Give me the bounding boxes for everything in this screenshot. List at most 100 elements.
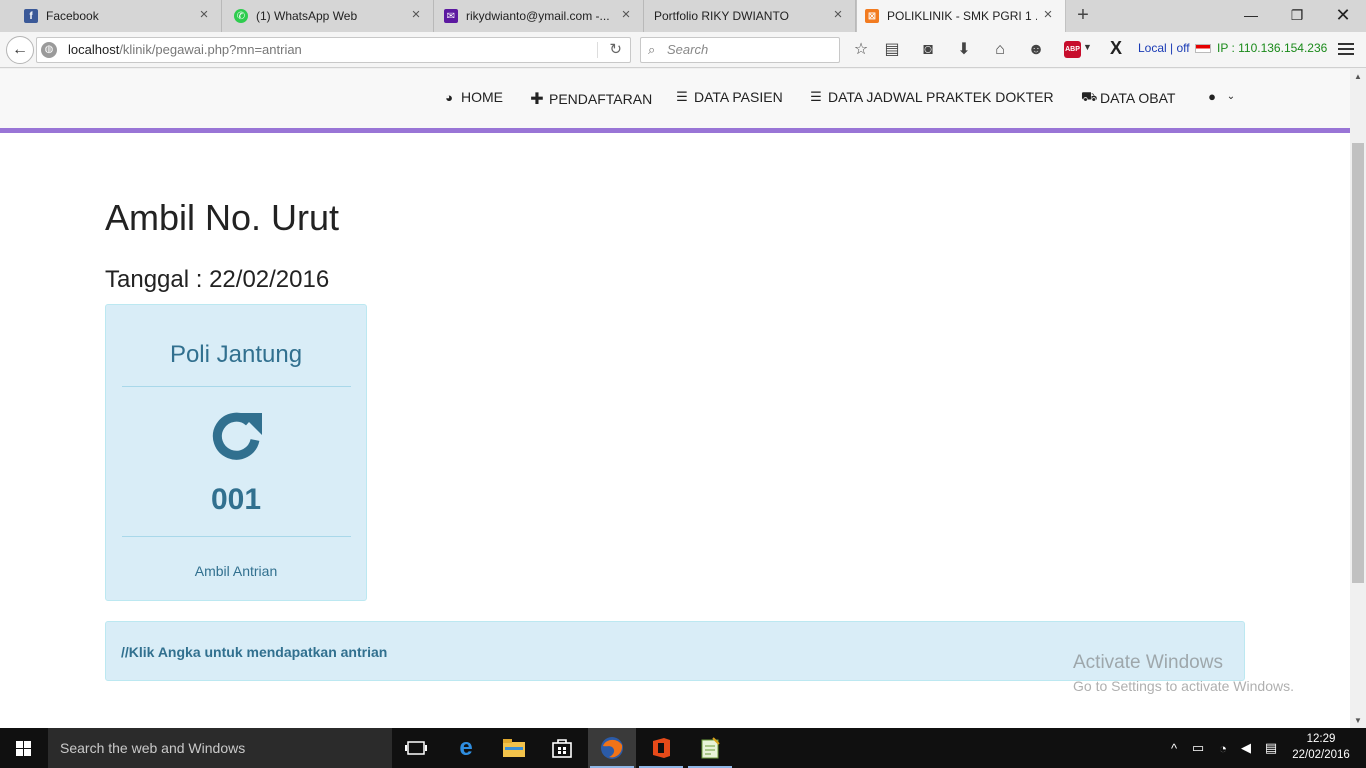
nav-home[interactable]: ◕ HOME — [442, 89, 503, 105]
search-icon: ⌕ — [648, 42, 656, 57]
xampp-icon: ⊠ — [865, 9, 879, 23]
scrollbar-thumb[interactable] — [1352, 143, 1364, 583]
reload-icon[interactable]: ↻ — [609, 38, 622, 62]
store-icon — [552, 739, 572, 758]
chevron-down-icon[interactable]: ▼ — [1083, 42, 1092, 52]
show-hidden-icons[interactable]: ^ — [1166, 728, 1182, 768]
office-app[interactable] — [637, 728, 685, 768]
page-scrollbar[interactable]: ▲ ▼ — [1350, 69, 1366, 728]
nav-data-obat-label: DATA OBAT — [1100, 90, 1176, 106]
clock-time: 12:29 — [1306, 733, 1336, 745]
search-placeholder: Search — [667, 42, 709, 57]
local-status-text[interactable]: Local | off — [1138, 41, 1190, 55]
search-bar[interactable]: ⌕ Search — [640, 37, 840, 63]
queue-number[interactable]: 001 — [106, 483, 366, 517]
bookmark-star-icon[interactable]: ☆ — [850, 40, 872, 60]
tab-poliklinik[interactable]: ⊠ POLIKLINIK - SMK PGRI 1 ... × — [856, 0, 1066, 32]
nav-data-jadwal[interactable]: ☰ DATA JADWAL PRAKTEK DOKTER — [809, 89, 1054, 105]
wifi-icon[interactable]: ◔ — [1213, 728, 1233, 768]
truck-icon: ⛟ — [1081, 89, 1098, 104]
watermark-title: Activate Windows — [1073, 652, 1223, 673]
activate-windows-watermark: Activate Windows Go to Settings to activ… — [1073, 652, 1294, 694]
nav-data-obat[interactable]: ⛟ DATA OBAT — [1081, 89, 1175, 107]
download-icon[interactable]: ⬇ — [953, 40, 975, 60]
tab-yahoo-mail[interactable]: ✉ rikydwianto@ymail.com -... × — [434, 0, 644, 32]
close-tab-icon[interactable]: × — [409, 7, 423, 22]
windows-logo-icon — [16, 741, 23, 748]
close-tab-icon[interactable]: × — [1041, 7, 1055, 22]
take-queue-link[interactable]: Ambil Antrian — [106, 563, 366, 579]
office-icon — [653, 738, 670, 758]
battery-icon[interactable]: ▭ — [1188, 728, 1208, 768]
notepad-app[interactable] — [686, 728, 734, 768]
url-bar[interactable]: ◍ localhost/klinik/pegawai.php?mn=antria… — [36, 37, 631, 63]
watermark-subtitle: Go to Settings to activate Windows. — [1073, 678, 1294, 694]
restore-button[interactable]: ❐ — [1274, 0, 1320, 30]
start-button[interactable] — [0, 728, 48, 768]
edge-app[interactable]: e — [442, 728, 490, 768]
firefox-icon — [601, 737, 623, 759]
ip-address-text: IP : 110.136.154.236 — [1217, 41, 1328, 55]
minimize-button[interactable]: — — [1228, 0, 1274, 30]
volume-icon[interactable]: ◀ — [1236, 728, 1256, 768]
close-tab-icon[interactable]: × — [619, 7, 633, 22]
refresh-icon[interactable] — [210, 409, 264, 463]
card-divider — [122, 536, 351, 537]
file-explorer-app[interactable] — [490, 728, 538, 768]
indonesia-flag-icon — [1195, 44, 1211, 53]
home-icon[interactable]: ⌂ — [989, 40, 1011, 60]
url-separator — [597, 42, 598, 58]
tab-title: rikydwianto@ymail.com -... — [466, 9, 610, 23]
store-app[interactable] — [538, 728, 586, 768]
task-view-button[interactable] — [392, 728, 440, 768]
poli-queue-card[interactable]: Poli Jantung 001 Ambil Antrian — [105, 304, 367, 601]
hamburger-menu-icon[interactable] — [1336, 40, 1356, 60]
notepad-icon — [701, 737, 720, 759]
nav-pendaftaran[interactable]: ✚ PENDAFTARAN — [530, 89, 652, 109]
tab-title: Portfolio RIKY DWIANTO — [654, 9, 789, 23]
new-tab-button[interactable]: + — [1072, 4, 1094, 26]
chat-icon[interactable]: ☻ — [1025, 40, 1047, 60]
close-tab-icon[interactable]: × — [831, 7, 845, 22]
poli-name: Poli Jantung — [169, 341, 303, 368]
scroll-up-icon[interactable]: ▲ — [1354, 72, 1362, 81]
nav-data-jadwal-label: DATA JADWAL PRAKTEK DOKTER — [828, 89, 1054, 105]
dashboard-icon: ◕ — [445, 89, 453, 105]
system-clock[interactable]: 12:29 22/02/2016 — [1284, 731, 1358, 763]
firefox-app[interactable] — [588, 728, 636, 768]
globe-icon: ◍ — [41, 42, 57, 58]
user-menu-dropdown[interactable]: ● ⌄ — [1205, 89, 1238, 104]
tab-portfolio[interactable]: Portfolio RIKY DWIANTO × — [644, 0, 856, 32]
edge-icon: e — [459, 734, 473, 761]
back-button[interactable]: ← — [6, 36, 34, 64]
pocket-icon[interactable]: ◙ — [917, 40, 939, 60]
clock-date: 22/02/2016 — [1292, 749, 1350, 761]
scroll-down-icon[interactable]: ▼ — [1354, 716, 1362, 725]
browser-tab-strip: f Facebook × ✆ (1) WhatsApp Web × ✉ riky… — [0, 0, 1366, 32]
site-navbar: ◕ HOME ✚ PENDAFTARAN ☰ DATA PASIEN ☰ DAT… — [0, 69, 1350, 133]
nav-home-label: HOME — [461, 89, 503, 105]
nav-data-pasien[interactable]: ☰ DATA PASIEN — [675, 89, 783, 105]
list-icon: ☰ — [810, 89, 822, 104]
folder-icon — [503, 739, 525, 757]
chevron-down-icon: ⌄ — [1226, 91, 1236, 102]
hint-text: //Klik Angka untuk mendapatkan antrian — [121, 644, 388, 660]
url-text[interactable]: localhost/klinik/pegawai.php?mn=antrian — [68, 38, 302, 62]
taskbar-search-box[interactable]: Search the web and Windows — [48, 728, 392, 768]
tab-facebook[interactable]: f Facebook × — [0, 0, 222, 32]
reading-list-icon[interactable]: ▤ — [881, 40, 903, 60]
page-viewport: ◕ HOME ✚ PENDAFTARAN ☰ DATA PASIEN ☰ DAT… — [0, 69, 1350, 728]
plus-icon: ✚ — [530, 91, 544, 108]
nav-data-pasien-label: DATA PASIEN — [694, 89, 783, 105]
adblock-plus-icon[interactable]: ABP — [1064, 41, 1081, 58]
taskbar-search-placeholder: Search the web and Windows — [60, 740, 246, 756]
card-divider — [122, 386, 351, 387]
list-icon: ☰ — [676, 89, 688, 104]
tab-whatsapp[interactable]: ✆ (1) WhatsApp Web × — [222, 0, 434, 32]
x-extension-icon[interactable]: X — [1110, 38, 1122, 59]
close-tab-icon[interactable]: × — [197, 7, 211, 22]
nav-pendaftaran-label: PENDAFTARAN — [549, 91, 653, 107]
close-window-button[interactable]: ✕ — [1320, 0, 1366, 30]
notifications-icon[interactable]: ▤ — [1261, 728, 1281, 768]
tab-title: Facebook — [46, 9, 99, 23]
